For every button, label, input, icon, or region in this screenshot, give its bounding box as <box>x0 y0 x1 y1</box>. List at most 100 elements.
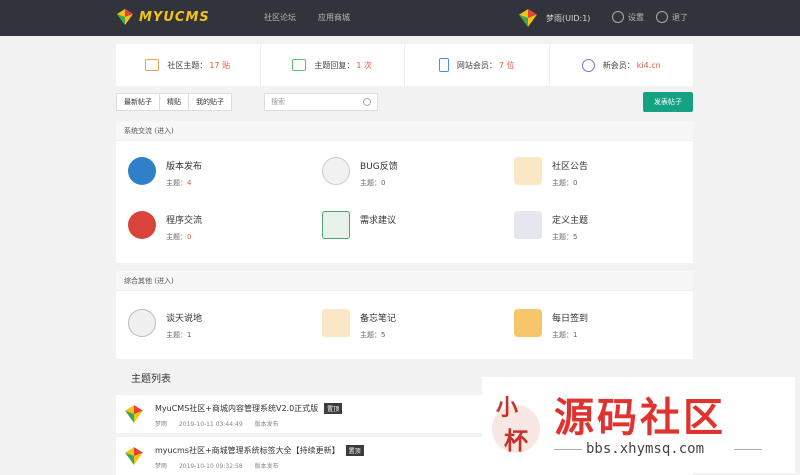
logout-button[interactable]: 退了 <box>656 11 688 23</box>
tab-mine[interactable]: 我的贴子 <box>188 93 232 111</box>
member-icon <box>438 58 449 72</box>
new-post-button[interactable]: 发表帖子 <box>643 92 693 112</box>
watermark-url: bbs.xhymsq.com <box>586 441 705 457</box>
thread-forum: 版本发布 <box>254 421 279 428</box>
power-icon <box>656 11 668 23</box>
stat-value[interactable]: ki4.cn <box>637 61 661 70</box>
forum-name: 定义主题 <box>552 216 589 226</box>
stat-value: 1 次 <box>356 60 373 70</box>
forum-count: 主题：0 <box>360 179 386 187</box>
stats-bar: 社区主题： 17 贴 主题回复： 1 次 网站会员： 7 位 新会员： ki4.… <box>116 44 693 86</box>
nav-community-forum[interactable]: 社区论坛 <box>264 12 296 23</box>
forum-count: 主题：0 <box>552 179 578 187</box>
stat-topics: 社区主题： 17 贴 <box>116 44 261 86</box>
search-placeholder: 搜索 <box>271 98 285 106</box>
logo[interactable]: MYUCMS <box>116 8 210 26</box>
forum-item[interactable]: 定义主题 主题：5 <box>514 211 588 242</box>
pinned-badge: 置顶 <box>324 403 343 414</box>
avatar <box>125 447 143 465</box>
forum-item[interactable]: 程序交流 主题：0 <box>128 211 202 242</box>
stat-new-member: 新会员： ki4.cn <box>550 44 694 86</box>
svg-text:小: 小 <box>496 395 518 421</box>
forum-section-other: 综合其他 (进入) 谈天说地 主题：1 备忘笔记 主题：5 每日签到 主题：1 <box>116 271 693 359</box>
new-member-icon <box>581 58 595 72</box>
forum-item[interactable]: 需求建议 <box>322 211 396 239</box>
stat-label: 社区主题： <box>167 60 208 70</box>
thread-date: 2019-10-10 09:32:58 <box>178 463 243 470</box>
nav-app-store[interactable]: 应用商城 <box>318 12 350 23</box>
notebook-icon <box>322 309 350 337</box>
stat-label: 网站会员： <box>456 60 497 70</box>
divider <box>554 449 582 450</box>
svg-text:杯: 杯 <box>504 426 528 455</box>
thread-author: 梦雨 <box>155 463 168 470</box>
top-bar: MYUCMS 社区论坛 应用商城 梦雨(UID:1) 设置 退了 <box>0 0 800 36</box>
logo-text: MYUCMS <box>139 9 210 25</box>
chat-bubble-icon <box>514 309 542 337</box>
forum-count: 主题：4 <box>166 179 192 187</box>
forum-name: 谈天说地 <box>166 314 203 324</box>
thread-date: 2019-10-11 03:44:49 <box>178 421 243 428</box>
forum-name: 需求建议 <box>360 216 397 226</box>
forum-count: 主题：1 <box>166 331 192 339</box>
forum-item[interactable]: 谈天说地 主题：1 <box>128 309 202 340</box>
forum-item[interactable]: 版本发布 主题：4 <box>128 157 202 188</box>
pinned-badge: 置顶 <box>345 445 364 456</box>
building-icon <box>514 211 542 239</box>
user-menu[interactable]: 梦雨(UID:1) <box>518 8 590 28</box>
user-avatar-icon <box>519 9 537 27</box>
stat-value: 7 位 <box>498 60 515 70</box>
seal-logo-icon: 小 杯 <box>492 395 540 455</box>
section-title[interactable]: 综合其他 (进入) <box>116 271 693 291</box>
avatar <box>125 405 143 423</box>
calendar-icon <box>514 157 542 185</box>
forum-item[interactable]: 社区公告 主题：0 <box>514 157 588 188</box>
thread-author: 梦雨 <box>155 421 168 428</box>
globe-icon <box>128 157 156 185</box>
forum-count: 主题：5 <box>552 233 578 241</box>
forum-item[interactable]: 每日签到 主题：1 <box>514 309 588 340</box>
thread-list-title: 主题列表 <box>131 374 171 385</box>
thread-meta: 梦雨 2019-10-10 09:32:58 版本发布 <box>155 461 289 470</box>
forum-count: 主题：0 <box>166 233 192 241</box>
settings-label: 设置 <box>628 12 644 22</box>
watermark-overlay: 小 杯 源码社区 bbs.xhymsq.com <box>482 377 795 473</box>
topic-icon <box>145 59 160 71</box>
forum-name: 每日签到 <box>552 314 589 324</box>
logout-label: 退了 <box>672 12 688 22</box>
username: 梦雨(UID:1) <box>546 13 591 23</box>
forum-name: BUG反馈 <box>360 162 398 172</box>
forum-section-system: 系统交流 (进入) 版本发布 主题：4 BUG反馈 主题：0 社区公告 主题：0… <box>116 121 693 263</box>
reply-icon <box>292 59 307 71</box>
tab-featured[interactable]: 精贴 <box>159 93 189 111</box>
settings-button[interactable]: 设置 <box>612 11 644 23</box>
search-icon[interactable] <box>363 98 371 106</box>
pencil-icon <box>322 157 350 185</box>
stat-label: 主题回复： <box>314 60 355 70</box>
divider <box>734 449 762 450</box>
thread-title[interactable]: myucms社区+商城管理系统标签大全【持续更新】 置顶 <box>155 445 364 456</box>
stat-replies: 主题回复： 1 次 <box>261 44 405 86</box>
document-icon <box>322 211 350 239</box>
gear-icon <box>612 11 624 23</box>
forum-count: 主题：5 <box>360 331 386 339</box>
forum-name: 社区公告 <box>552 162 589 172</box>
target-icon <box>128 211 156 239</box>
forum-name: 程序交流 <box>166 216 203 226</box>
section-title[interactable]: 系统交流 (进入) <box>116 121 693 141</box>
filter-tabs: 最新帖子 精贴 我的贴子 <box>116 93 232 111</box>
watermark-title: 源码社区 <box>554 395 726 441</box>
search-input[interactable]: 搜索 <box>264 93 378 111</box>
thread-title[interactable]: MyuCMS社区+商城内容管理系统V2.0正式版 置顶 <box>155 403 343 414</box>
stat-value: 17 贴 <box>209 60 231 70</box>
forum-name: 版本发布 <box>166 162 203 172</box>
forum-item[interactable]: BUG反馈 主题：0 <box>322 157 398 188</box>
thread-forum: 版本发布 <box>254 463 279 470</box>
thread-meta: 梦雨 2019-10-11 03:44:49 版本发布 <box>155 419 289 428</box>
logo-mark-icon <box>117 9 133 25</box>
forum-count: 主题：1 <box>552 331 578 339</box>
cloud-icon <box>128 309 156 337</box>
forum-name: 备忘笔记 <box>360 314 397 324</box>
forum-item[interactable]: 备忘笔记 主题：5 <box>322 309 396 340</box>
tab-latest[interactable]: 最新帖子 <box>116 93 160 111</box>
